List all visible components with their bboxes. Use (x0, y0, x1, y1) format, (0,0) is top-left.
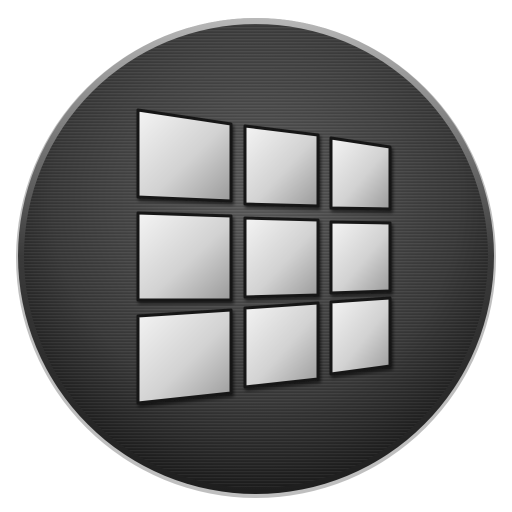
window-tile-r3-c2 (243, 301, 320, 389)
window-tile-r1-c2 (243, 124, 320, 208)
window-tile-r3-c1 (136, 308, 233, 405)
window-tile-r2-c3 (329, 220, 392, 295)
window-tile-r2-c2 (243, 216, 320, 299)
window-tile-r1-c1 (136, 108, 233, 203)
icon-canvas (0, 0, 512, 512)
window-tile-r2-c1 (136, 211, 233, 302)
window-tile-r1-c3 (329, 136, 392, 211)
tiled-window-logo-icon[interactable] (0, 0, 512, 512)
window-tile-r3-c3 (329, 296, 392, 376)
window-tile-grid (136, 108, 392, 405)
